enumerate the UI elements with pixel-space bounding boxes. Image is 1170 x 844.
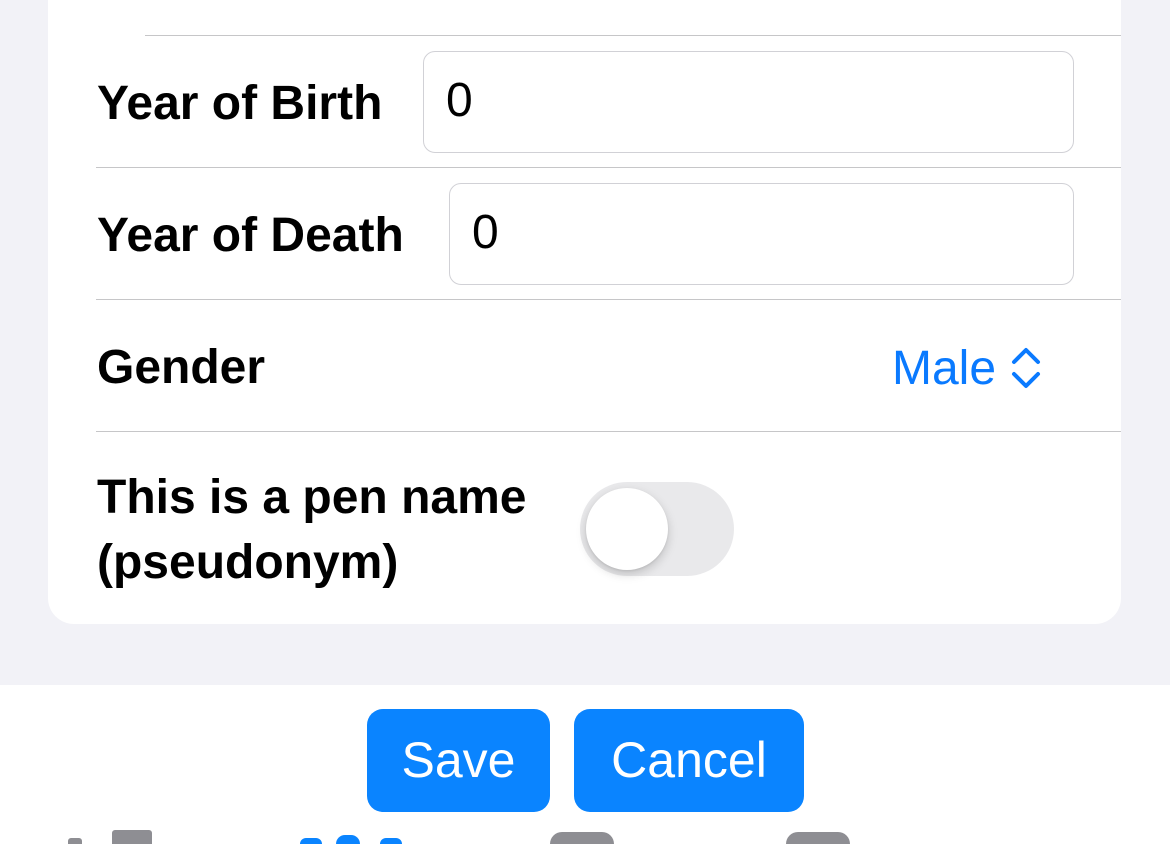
gender-label: Gender (97, 341, 266, 394)
cancel-button[interactable]: Cancel (574, 709, 804, 812)
pen-name-label: This is a pen name (97, 471, 527, 524)
year-of-death-field[interactable]: 0 (449, 183, 1074, 285)
separator (145, 35, 1121, 36)
toggle-knob (586, 488, 668, 570)
pen-name-label-2: (pseudonym) (97, 536, 399, 589)
save-button[interactable]: Save (367, 709, 550, 812)
separator (96, 167, 1121, 168)
gender-picker[interactable]: Male (892, 340, 1042, 396)
year-of-birth-field[interactable]: 0 (423, 51, 1074, 153)
chevron-up-down-icon (1010, 346, 1042, 390)
gender-picker-value: Male (892, 341, 997, 395)
pen-name-toggle[interactable] (580, 482, 734, 576)
year-of-death-label: Year of Death (97, 209, 404, 262)
separator (96, 431, 1121, 432)
year-of-birth-label: Year of Birth (97, 77, 383, 130)
separator (96, 299, 1121, 300)
